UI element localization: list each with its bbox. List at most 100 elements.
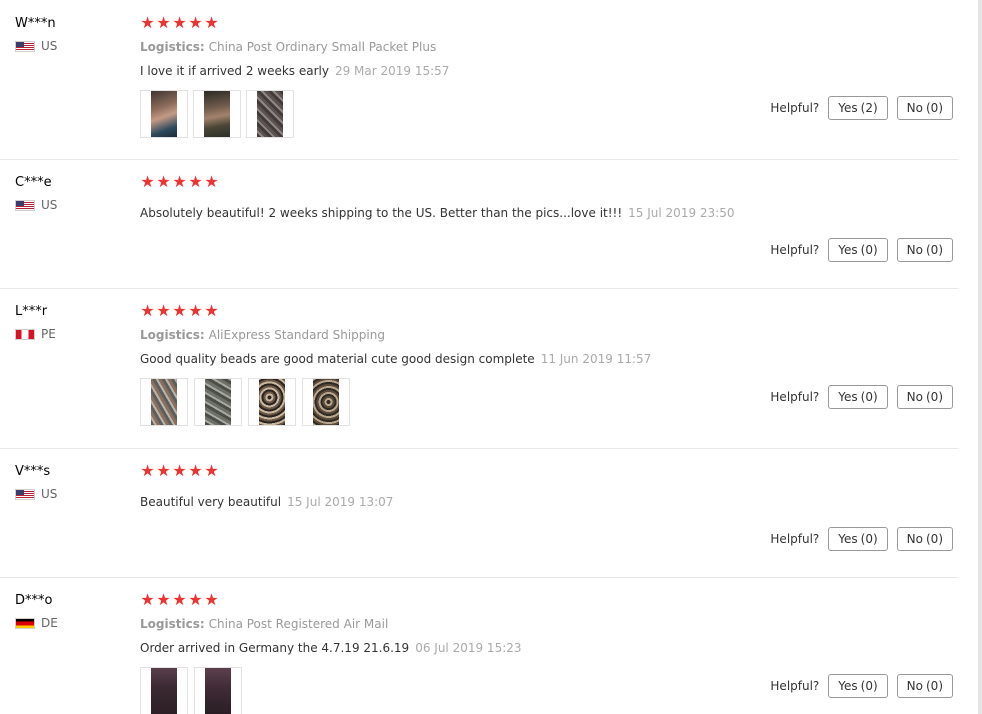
- de-flag-icon: [15, 617, 35, 629]
- star-rating: ★ ★ ★ ★ ★: [140, 592, 740, 608]
- review-date: 15 Jul 2019 23:50: [628, 206, 735, 220]
- reviewer-country: DE: [15, 616, 125, 630]
- review-content: ★ ★ ★ ★ ★ Beautiful very beautiful 15 Jul…: [140, 463, 740, 510]
- reviewer-name: L***r: [15, 304, 48, 319]
- review-photo-thumbnail[interactable]: [194, 378, 242, 426]
- review-body: I love it if arrived 2 weeks early: [140, 64, 329, 78]
- helpful-label: Helpful?: [770, 390, 820, 404]
- review-content: ★ ★ ★ ★ ★ Absolutely beautiful! 2 weeks …: [140, 174, 740, 221]
- reviewer-info: L***r PE: [15, 303, 125, 341]
- review-photos: [140, 378, 740, 426]
- star-icon: ★: [172, 461, 188, 480]
- reviewer-country: US: [15, 487, 125, 501]
- review-photo-thumbnail[interactable]: [193, 90, 241, 138]
- helpful-vote: Helpful? Yes (0) No (0): [770, 385, 953, 409]
- helpful-yes-button[interactable]: Yes (0): [828, 527, 888, 551]
- reviewer-name: D***o: [15, 593, 53, 608]
- star-icon: ★: [140, 13, 156, 32]
- star-icon: ★: [140, 172, 156, 191]
- helpful-vote: Helpful? Yes (0) No (0): [770, 238, 953, 262]
- reviewer-name: V***s: [15, 464, 51, 479]
- helpful-no-button[interactable]: No (0): [896, 238, 953, 262]
- review-photo-thumbnail[interactable]: [248, 378, 296, 426]
- review-item: D***o DE ★ ★ ★ ★ ★ Logistics: China Post …: [0, 592, 958, 714]
- helpful-vote: Helpful? Yes (0) No (0): [770, 527, 953, 551]
- reviewer-country: US: [15, 198, 125, 212]
- star-icon: ★: [172, 590, 188, 609]
- country-code: PE: [41, 327, 56, 341]
- review-photo-thumbnail[interactable]: [194, 667, 242, 714]
- review-text: Beautiful very beautiful 15 Jul 2019 13:0…: [140, 494, 740, 510]
- helpful-yes-button[interactable]: Yes (0): [828, 674, 888, 698]
- logistics-info: Logistics: AliExpress Standard Shipping: [140, 327, 740, 343]
- scrollbar[interactable]: [978, 0, 982, 714]
- logistics-value: China Post Ordinary Small Packet Plus: [208, 40, 437, 54]
- us-flag-icon: [15, 199, 35, 211]
- star-icon: ★: [204, 172, 220, 191]
- reviewer-country: PE: [15, 327, 125, 341]
- review-item: V***s US ★ ★ ★ ★ ★ Beautiful very beauti…: [0, 463, 958, 578]
- logistics-value: AliExpress Standard Shipping: [208, 328, 385, 342]
- helpful-yes-button[interactable]: Yes (2): [828, 96, 888, 120]
- review-date: 06 Jul 2019 15:23: [415, 641, 522, 655]
- review-text: Good quality beads are good material cut…: [140, 351, 740, 367]
- review-item: W***n US ★ ★ ★ ★ ★ Logistics: China Post …: [0, 15, 958, 160]
- country-code: US: [41, 487, 58, 501]
- review-date: 15 Jul 2019 13:07: [287, 495, 394, 509]
- review-photos: [140, 667, 740, 714]
- logistics-label: Logistics:: [140, 617, 205, 631]
- review-photo-thumbnail[interactable]: [140, 667, 188, 714]
- us-flag-icon: [15, 40, 35, 52]
- review-body: Beautiful very beautiful: [140, 495, 282, 509]
- review-body: Absolutely beautiful! 2 weeks shipping t…: [140, 206, 623, 220]
- star-icon: ★: [172, 301, 188, 320]
- review-photo-thumbnail[interactable]: [246, 90, 294, 138]
- helpful-no-button[interactable]: No (0): [896, 674, 953, 698]
- star-rating: ★ ★ ★ ★ ★: [140, 463, 740, 479]
- review-photo-thumbnail[interactable]: [140, 90, 188, 138]
- helpful-no-button[interactable]: No (0): [896, 96, 953, 120]
- helpful-no-button[interactable]: No (0): [896, 527, 953, 551]
- logistics-info: Logistics: China Post Registered Air Mail: [140, 616, 740, 632]
- helpful-label: Helpful?: [770, 532, 820, 546]
- review-body: Good quality beads are good material cut…: [140, 352, 535, 366]
- star-rating: ★ ★ ★ ★ ★: [140, 15, 740, 31]
- review-photo-thumbnail[interactable]: [302, 378, 350, 426]
- helpful-yes-button[interactable]: Yes (0): [828, 385, 888, 409]
- logistics-info: Logistics: China Post Ordinary Small Pack…: [140, 39, 740, 55]
- review-photo-thumbnail[interactable]: [140, 378, 188, 426]
- logistics-label: Logistics:: [140, 40, 205, 54]
- helpful-label: Helpful?: [770, 101, 820, 115]
- pe-flag-icon: [15, 328, 35, 340]
- star-icon: ★: [204, 461, 220, 480]
- helpful-no-button[interactable]: No (0): [896, 385, 953, 409]
- star-icon: ★: [140, 461, 156, 480]
- star-icon: ★: [204, 13, 220, 32]
- review-item: C***e US ★ ★ ★ ★ ★ Absolutely beautiful!…: [0, 174, 958, 289]
- review-text: I love it if arrived 2 weeks early 29 Mar…: [140, 63, 740, 79]
- review-content: ★ ★ ★ ★ ★ Logistics: China Post Ordinary …: [140, 15, 740, 138]
- star-icon: ★: [140, 301, 156, 320]
- reviewer-info: D***o DE: [15, 592, 125, 630]
- star-icon: ★: [172, 172, 188, 191]
- logistics-label: Logistics:: [140, 328, 205, 342]
- reviewer-info: C***e US: [15, 174, 125, 212]
- review-photos: [140, 90, 740, 138]
- review-text: Absolutely beautiful! 2 weeks shipping t…: [140, 205, 740, 221]
- star-icon: ★: [156, 172, 172, 191]
- review-content: ★ ★ ★ ★ ★ Logistics: AliExpress Standard …: [140, 303, 740, 426]
- reviewer-info: V***s US: [15, 463, 125, 501]
- star-icon: ★: [172, 13, 188, 32]
- star-icon: ★: [204, 590, 220, 609]
- reviewer-country: US: [15, 39, 125, 53]
- review-content: ★ ★ ★ ★ ★ Logistics: China Post Registere…: [140, 592, 740, 714]
- star-icon: ★: [140, 590, 156, 609]
- star-icon: ★: [156, 461, 172, 480]
- country-code: US: [41, 39, 58, 53]
- star-icon: ★: [188, 461, 204, 480]
- star-icon: ★: [188, 301, 204, 320]
- reviews-page: W***n US ★ ★ ★ ★ ★ Logistics: China Post …: [0, 0, 982, 714]
- helpful-yes-button[interactable]: Yes (0): [828, 238, 888, 262]
- star-icon: ★: [188, 590, 204, 609]
- us-flag-icon: [15, 488, 35, 500]
